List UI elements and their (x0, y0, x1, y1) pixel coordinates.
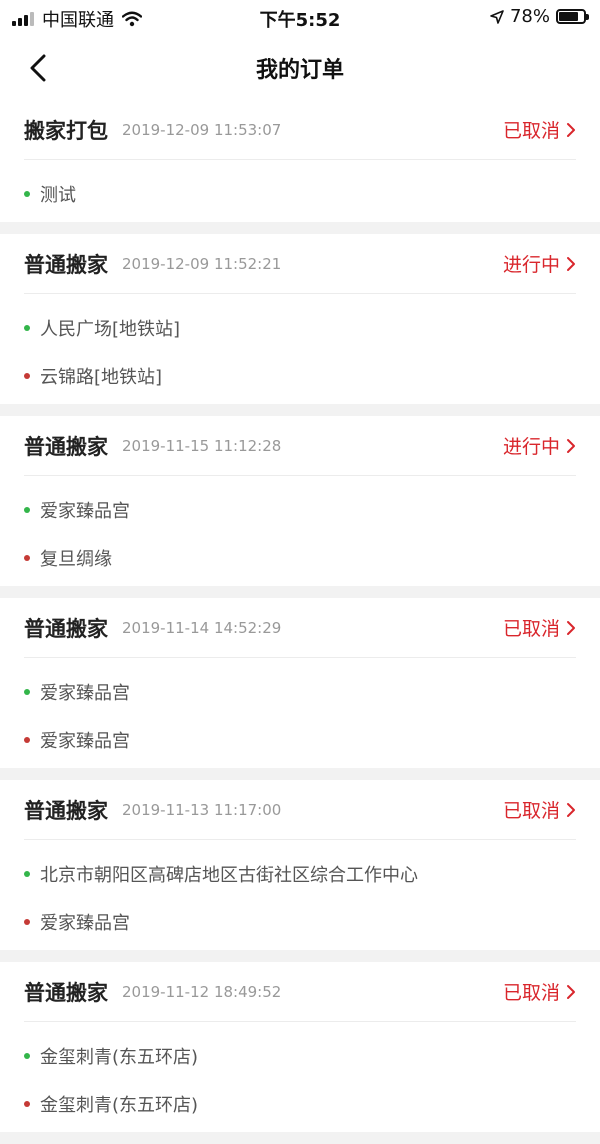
start-address: 爱家臻品宫 (40, 501, 130, 522)
back-button[interactable] (22, 52, 54, 84)
end-address: 爱家臻品宫 (40, 731, 130, 752)
order-card[interactable]: 普通搬家 2019-11-13 11:17:00 已取消 北京市朝阳区高碑店地区… (0, 780, 600, 950)
chevron-right-icon (567, 984, 575, 999)
order-body: 北京市朝阳区高碑店地区古街社区综合工作中心 爱家臻品宫 (24, 840, 576, 950)
end-dot-icon (24, 555, 30, 561)
order-type: 普通搬家 (24, 798, 108, 823)
order-status-label: 已取消 (502, 618, 560, 640)
end-dot-icon (24, 373, 30, 379)
order-status-label: 进行中 (502, 436, 560, 458)
order-card[interactable]: 普通搬家 2019-11-12 18:49:52 已取消 金玺刺青(东五环店) … (0, 962, 600, 1132)
start-dot-icon (24, 325, 30, 331)
end-address-row: 爱家臻品宫 (24, 898, 576, 946)
order-body: 金玺刺青(东五环店) 金玺刺青(东五环店) (24, 1022, 576, 1132)
order-status-link[interactable]: 已取消 (503, 978, 576, 1005)
order-time: 2019-12-09 11:53:07 (122, 120, 282, 139)
order-header: 搬家打包 2019-12-09 11:53:07 已取消 (24, 100, 576, 160)
order-type: 普通搬家 (24, 434, 108, 459)
order-time: 2019-11-12 18:49:52 (122, 982, 282, 1001)
order-card[interactable]: 普通搬家 2019-11-15 11:12:28 进行中 爱家臻品宫 复旦绸缘 (0, 416, 600, 586)
order-time: 2019-12-09 11:52:21 (122, 254, 282, 273)
order-card[interactable]: 普通搬家 2019-11-14 14:52:29 已取消 爱家臻品宫 爱家臻品宫 (0, 598, 600, 768)
order-status-label: 已取消 (502, 120, 560, 142)
end-address: 爱家臻品宫 (40, 913, 130, 934)
status-right: 78% (490, 6, 589, 27)
order-status-link[interactable]: 已取消 (503, 116, 576, 143)
order-card[interactable]: 搬家打包 2019-12-09 11:53:07 已取消 测试 (0, 100, 600, 222)
order-card[interactable]: 普通搬家 2019-12-09 11:52:21 进行中 人民广场[地铁站] 云… (0, 234, 600, 404)
start-address: 测试 (40, 185, 76, 206)
order-list: 搬家打包 2019-12-09 11:53:07 已取消 测试 普通搬家 201… (0, 100, 600, 1144)
end-address: 云锦路[地铁站] (40, 367, 163, 388)
order-header: 普通搬家 2019-12-09 11:52:21 进行中 (24, 234, 576, 294)
start-address-row: 人民广场[地铁站] (24, 304, 576, 352)
end-address-row: 金玺刺青(东五环店) (24, 1080, 576, 1128)
order-status-link[interactable]: 已取消 (503, 796, 576, 823)
end-dot-icon (24, 737, 30, 743)
start-address-row: 金玺刺青(东五环店) (24, 1032, 576, 1080)
start-address-row: 北京市朝阳区高碑店地区古街社区综合工作中心 (24, 850, 576, 898)
end-address-row: 爱家臻品宫 (24, 716, 576, 764)
order-header: 普通搬家 2019-11-15 11:12:28 进行中 (24, 416, 576, 476)
order-body: 爱家臻品宫 爱家臻品宫 (24, 658, 576, 768)
chevron-right-icon (567, 620, 575, 635)
end-address: 金玺刺青(东五环店) (40, 1095, 199, 1116)
order-type: 普通搬家 (24, 616, 108, 641)
order-status-link[interactable]: 进行中 (503, 250, 576, 277)
order-time: 2019-11-13 11:17:00 (122, 800, 282, 819)
nav-bar: 我的订单 (0, 36, 600, 100)
order-status-label: 已取消 (502, 982, 560, 1004)
battery-icon (556, 9, 589, 24)
chevron-left-icon (30, 54, 46, 82)
start-address: 北京市朝阳区高碑店地区古街社区综合工作中心 (40, 865, 418, 886)
end-address-row: 复旦绸缘 (24, 534, 576, 582)
order-body: 测试 (24, 160, 576, 222)
order-time: 2019-11-15 11:12:28 (122, 436, 282, 455)
order-time: 2019-11-14 14:52:29 (122, 618, 282, 637)
start-dot-icon (24, 871, 30, 877)
order-status-label: 已取消 (502, 800, 560, 822)
order-type: 普通搬家 (24, 252, 108, 277)
battery-percent: 78% (509, 6, 550, 27)
start-address: 爱家臻品宫 (40, 683, 130, 704)
end-dot-icon (24, 919, 30, 925)
location-arrow-icon (490, 9, 504, 24)
order-body: 爱家臻品宫 复旦绸缘 (24, 476, 576, 586)
start-address-row: 爱家臻品宫 (24, 668, 576, 716)
start-dot-icon (24, 1053, 30, 1059)
order-header: 普通搬家 2019-11-13 11:17:00 已取消 (24, 780, 576, 840)
start-dot-icon (24, 689, 30, 695)
end-address: 复旦绸缘 (40, 549, 112, 570)
start-address-row: 测试 (24, 170, 576, 218)
start-address: 金玺刺青(东五环店) (40, 1047, 199, 1068)
order-status-link[interactable]: 已取消 (503, 614, 576, 641)
order-type: 搬家打包 (24, 118, 108, 143)
page-title: 我的订单 (255, 58, 344, 83)
order-status-link[interactable]: 进行中 (503, 432, 576, 459)
start-dot-icon (24, 507, 30, 513)
status-bar: 中国联通 下午5:52 78% (0, 0, 600, 36)
order-header: 普通搬家 2019-11-14 14:52:29 已取消 (24, 598, 576, 658)
chevron-right-icon (567, 802, 575, 817)
end-dot-icon (24, 1101, 30, 1107)
chevron-right-icon (567, 122, 575, 137)
order-status-label: 进行中 (502, 254, 560, 276)
chevron-right-icon (567, 438, 575, 453)
order-body: 人民广场[地铁站] 云锦路[地铁站] (24, 294, 576, 404)
order-header: 普通搬家 2019-11-12 18:49:52 已取消 (24, 962, 576, 1022)
start-address-row: 爱家臻品宫 (24, 486, 576, 534)
order-type: 普通搬家 (24, 980, 108, 1005)
start-address: 人民广场[地铁站] (40, 319, 181, 340)
chevron-right-icon (567, 256, 575, 271)
start-dot-icon (24, 191, 30, 197)
end-address-row: 云锦路[地铁站] (24, 352, 576, 400)
